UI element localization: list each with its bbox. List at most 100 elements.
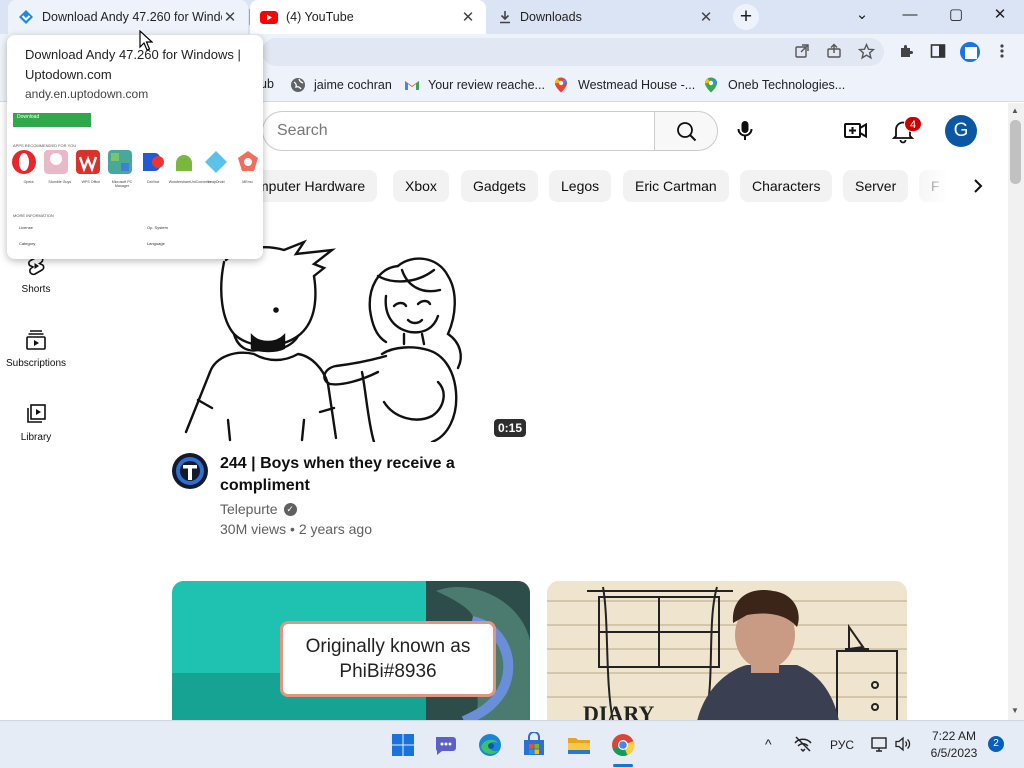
video-thumbnail[interactable]: Originally known as PhiBi#8936 (172, 581, 530, 721)
bookmark-item[interactable]: Your review reache... (404, 77, 545, 93)
chips-next-button[interactable] (962, 170, 994, 202)
account-avatar[interactable]: G (945, 115, 977, 147)
browser-tab-strip: Download Andy 47.260 for Windows ✕ (4) Y… (0, 0, 1024, 34)
tab-uptodown[interactable]: Download Andy 47.260 for Windows ✕ (8, 0, 248, 34)
chip-gadgets[interactable]: Gadgets (461, 170, 538, 202)
chip-eric-cartman[interactable]: Eric Cartman (623, 170, 729, 202)
network-offline-icon[interactable] (793, 735, 813, 756)
create-button[interactable] (838, 114, 872, 148)
preview-section-label: APPS RECOMMENDED FOR YOU (13, 143, 77, 148)
tab-youtube[interactable]: (4) YouTube ✕ (250, 0, 486, 34)
channel-avatar[interactable] (172, 453, 208, 489)
tab-title: Download Andy 47.260 for Windows (42, 10, 222, 24)
close-window-button[interactable]: ✕ (978, 0, 1022, 32)
bookmark-item[interactable]: Westmead House -... (554, 77, 695, 93)
chip-legos[interactable]: Legos (549, 170, 612, 202)
preview-app-name: Opera (23, 180, 34, 184)
guide-shorts[interactable]: Shorts (0, 254, 72, 295)
channel-name[interactable]: Telepurte ✓ (220, 501, 297, 517)
library-icon (27, 404, 46, 423)
search-box (262, 111, 654, 151)
subscriptions-icon (26, 330, 46, 350)
thumbnail-background: DIARY (547, 581, 907, 721)
preview-info-label: Op. System (147, 225, 168, 230)
preview-download-button: Download (13, 113, 91, 127)
bookmark-item[interactable]: Oneb Technologies... (704, 77, 845, 93)
open-external-icon[interactable] (792, 43, 812, 63)
extensions-icon[interactable] (896, 43, 916, 63)
clock-date[interactable]: 6/5/2023 (926, 746, 982, 760)
tab-downloads[interactable]: Downloads ✕ (488, 0, 724, 34)
bookmark-item[interactable]: jaime cochran (290, 77, 392, 93)
edge-icon[interactable] (477, 732, 503, 758)
page-scrollbar[interactable] (1008, 103, 1024, 720)
close-tab-icon[interactable]: ✕ (460, 8, 476, 26)
chrome-icon[interactable] (610, 732, 636, 758)
guide-subscriptions[interactable]: Subscriptions (0, 328, 72, 369)
bookmark-label: Westmead House -... (578, 78, 696, 92)
chip-xbox[interactable]: Xbox (393, 170, 449, 202)
scroll-up-arrow-icon[interactable]: ▲ (1011, 106, 1019, 115)
notification-count-badge: 4 (904, 116, 922, 132)
voice-search-button[interactable] (728, 114, 762, 148)
new-tab-button[interactable]: + (733, 4, 759, 30)
verified-badge-icon: ✓ (283, 502, 297, 516)
minimize-button[interactable]: — (888, 0, 932, 32)
maximize-button[interactable]: ▢ (934, 0, 978, 32)
channel-name-text: Telepurte (220, 501, 278, 517)
gmail-icon (404, 77, 420, 93)
chip-computer-hardware[interactable]: mputer Hardware (247, 170, 378, 202)
video-duration-badge: 0:15 (494, 419, 527, 437)
chip-server[interactable]: Server (843, 170, 909, 202)
chip-characters[interactable]: Characters (740, 170, 833, 202)
teams-chat-icon[interactable] (433, 732, 459, 758)
video-thumbnail[interactable]: DIARY (547, 581, 907, 721)
bookmark-star-icon[interactable] (856, 42, 876, 63)
clock-time[interactable]: 7:22 AM (930, 729, 978, 743)
close-tab-icon[interactable]: ✕ (222, 8, 238, 26)
display-icon[interactable] (870, 735, 888, 756)
windows-taskbar: ^ РУС 7:22 AM 6/5/2023 2 (0, 720, 1024, 768)
youtube-icon (260, 10, 278, 24)
preview-app-name: DaVinci (146, 180, 160, 184)
menu-icon[interactable] (992, 43, 1012, 63)
file-explorer-icon[interactable] (566, 732, 592, 758)
search-input[interactable] (277, 112, 637, 150)
video-camera-plus-icon (844, 122, 867, 139)
search-button[interactable] (654, 111, 718, 151)
video-metadata: 30M views • 2 years ago (220, 521, 372, 537)
chips-fade (906, 166, 958, 206)
preview-info-label: Language (147, 241, 165, 246)
side-panel-icon[interactable] (928, 43, 948, 63)
microsoft-store-icon[interactable] (521, 731, 547, 758)
bookmark-label: Oneb Technologies... (728, 78, 846, 92)
guide-library[interactable]: Library (0, 402, 72, 443)
notification-center-badge[interactable]: 2 (988, 736, 1004, 752)
hover-card-page-preview: Download APPS RECOMMENDED FOR YOU Opera … (7, 107, 263, 259)
view-count: 30M views (220, 521, 287, 537)
preview-app-name: WPS Office (81, 180, 101, 184)
video-thumbnail[interactable] (172, 232, 530, 442)
preview-app-names: Opera Stumble Guys WPS Office Microsoft … (13, 180, 263, 188)
share-icon[interactable] (824, 43, 844, 63)
language-indicator[interactable]: РУС (830, 738, 854, 752)
guide-label: Library (20, 432, 52, 443)
scrollbar-thumb[interactable] (1010, 120, 1021, 184)
tab-title: (4) YouTube (286, 10, 354, 24)
close-tab-icon[interactable]: ✕ (698, 8, 714, 26)
bookmark-label: jaime cochran (314, 78, 392, 92)
windows-start-icon[interactable] (390, 732, 416, 758)
scroll-down-arrow-icon[interactable]: ▼ (1011, 706, 1019, 715)
mouse-cursor-icon (139, 30, 153, 51)
tab-search-button[interactable]: ⌄ (840, 0, 884, 32)
search-icon (677, 122, 697, 142)
maps-pin-icon (554, 77, 570, 93)
preview-app-name: Stumble Guys (48, 180, 71, 184)
preview-app-name: WondershareUniConverter (168, 180, 212, 184)
profile-icon[interactable] (960, 42, 980, 62)
show-hidden-icons-button[interactable]: ^ (765, 736, 772, 752)
address-bar[interactable] (262, 38, 884, 66)
video-title[interactable]: 244 | Boys when they receive a complimen… (220, 453, 520, 497)
maps-pin-icon (704, 77, 720, 93)
speaker-icon[interactable] (894, 735, 912, 756)
